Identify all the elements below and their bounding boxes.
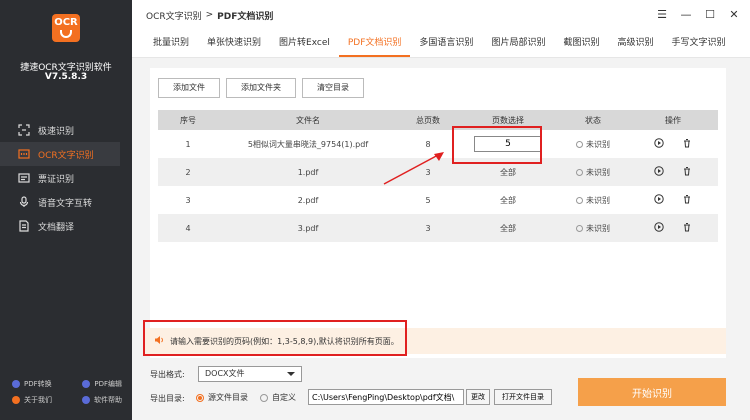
help-icon — [82, 396, 90, 404]
sidebar-item-fast-recognition[interactable]: 极速识别 — [0, 118, 132, 142]
tab-advanced[interactable]: 高级识别 — [608, 30, 662, 57]
ticket-icon — [18, 172, 30, 184]
maximize-icon[interactable]: ☐ — [702, 6, 718, 22]
status-indicator — [576, 168, 583, 176]
tab-partial[interactable]: 图片局部识别 — [482, 30, 554, 57]
about-icon — [12, 396, 20, 404]
table-row: 3 2.pdf 5 全部 未识别 — [158, 186, 718, 214]
file-panel: 添加文件 添加文件夹 清空目录 序号 文件名 总页数 页数选择 状态 操作 1 … — [150, 68, 726, 358]
close-icon[interactable]: ✕ — [726, 6, 742, 22]
format-select[interactable]: DOCX文件 — [198, 366, 302, 382]
about-link[interactable]: 关于我们 — [12, 395, 52, 405]
add-file-button[interactable]: 添加文件 — [158, 78, 220, 98]
sidebar-item-label: 极速识别 — [38, 126, 75, 137]
radio-source-dir[interactable] — [196, 393, 204, 402]
menu-icon[interactable]: ☰ — [654, 6, 670, 22]
sidebar-item-ocr[interactable]: OCR文字识别 — [0, 142, 120, 166]
header-index: 序号 — [158, 110, 218, 130]
breadcrumb-separator: > — [205, 10, 214, 20]
translate-icon — [18, 220, 30, 232]
header-pages: 总页数 — [398, 110, 458, 130]
tab-image-excel[interactable]: 图片转Excel — [270, 30, 339, 57]
ocr-icon — [18, 148, 30, 160]
header-filename: 文件名 — [218, 110, 398, 130]
sidebar: OCR 捷速OCR文字识别软件 V7.5.8.3 极速识别 OCR文字识别 票证… — [0, 0, 132, 420]
pdf-edit-link[interactable]: PDF编辑 — [82, 379, 122, 389]
breadcrumb-current: PDF文档识别 — [217, 11, 274, 22]
app-version: V7.5.8.3 — [44, 72, 88, 82]
pdf-convert-icon — [12, 380, 20, 388]
chevron-down-icon — [287, 372, 295, 376]
add-folder-button[interactable]: 添加文件夹 — [226, 78, 296, 98]
page-selection[interactable]: 全部 — [458, 186, 558, 214]
tab-batch[interactable]: 批量识别 — [144, 30, 198, 57]
tab-screenshot[interactable]: 截图识别 — [554, 30, 608, 57]
scan-icon — [18, 124, 30, 136]
status-indicator — [576, 140, 583, 148]
radio-custom-dir[interactable] — [260, 393, 268, 402]
trash-icon[interactable] — [682, 194, 692, 204]
change-dir-button[interactable]: 更改 — [466, 389, 490, 405]
sidebar-footer: PDF转换 PDF编辑 关于我们 软件帮助 — [12, 376, 122, 408]
pdf-convert-link[interactable]: PDF转换 — [12, 379, 52, 389]
sidebar-item-translate[interactable]: 文档翻译 — [0, 214, 132, 238]
output-path-input[interactable] — [308, 389, 464, 405]
clear-list-button[interactable]: 清空目录 — [302, 78, 364, 98]
dir-label: 导出目录: — [150, 394, 185, 403]
trash-icon[interactable] — [682, 166, 692, 176]
header-actions: 操作 — [628, 110, 718, 130]
breadcrumb-ocr[interactable]: OCR文字识别 — [146, 9, 202, 22]
play-icon[interactable] — [654, 166, 664, 176]
tab-pdf[interactable]: PDF文档识别 — [338, 30, 411, 57]
play-icon[interactable] — [654, 222, 664, 232]
tab-single[interactable]: 单张快速识别 — [198, 30, 270, 57]
play-icon[interactable] — [654, 194, 664, 204]
tab-bar: 批量识别 单张快速识别 图片转Excel PDF文档识别 多国语言识别 图片局部… — [132, 30, 750, 58]
help-link[interactable]: 软件帮助 — [82, 395, 122, 405]
hint-highlight-box — [143, 320, 407, 356]
tab-handwriting[interactable]: 手写文字识别 — [662, 30, 734, 57]
app-logo: OCR — [52, 14, 80, 42]
page-selection[interactable]: 全部 — [458, 214, 558, 242]
highlight-box — [452, 126, 542, 164]
start-recognition-button[interactable]: 开始识别 — [578, 378, 726, 406]
play-icon[interactable] — [654, 138, 664, 148]
open-dir-button[interactable]: 打开文件目录 — [494, 389, 552, 405]
sidebar-item-label: OCR文字识别 — [38, 150, 94, 161]
sidebar-item-label: 文档翻译 — [38, 222, 75, 233]
microphone-icon — [18, 196, 30, 208]
sidebar-nav: 极速识别 OCR文字识别 票证识别 语音文字互转 文档翻译 — [0, 118, 132, 238]
annotation-arrow — [383, 152, 444, 185]
sidebar-item-speech[interactable]: 语音文字互转 — [0, 190, 132, 214]
format-label: 导出格式: — [150, 370, 185, 379]
status-indicator — [576, 196, 583, 204]
export-settings: 导出格式: DOCX文件 导出目录: 源文件目录 自定义 更改 打开文件目录 开… — [132, 360, 750, 420]
trash-icon[interactable] — [682, 138, 692, 148]
sidebar-item-label: 语音文字互转 — [38, 198, 93, 209]
sidebar-item-label: 票证识别 — [38, 174, 75, 185]
table-row: 4 3.pdf 3 全部 未识别 — [158, 214, 718, 242]
tab-multilang[interactable]: 多国语言识别 — [410, 30, 482, 57]
sidebar-item-ticket[interactable]: 票证识别 — [0, 166, 132, 190]
minimize-icon[interactable]: — — [678, 6, 694, 22]
header-status: 状态 — [558, 110, 628, 130]
title-bar: OCR文字识别 > PDF文档识别 ☰ — ☐ ✕ — [132, 0, 750, 30]
status-indicator — [576, 224, 583, 232]
trash-icon[interactable] — [682, 222, 692, 232]
pdf-edit-icon — [82, 380, 91, 388]
